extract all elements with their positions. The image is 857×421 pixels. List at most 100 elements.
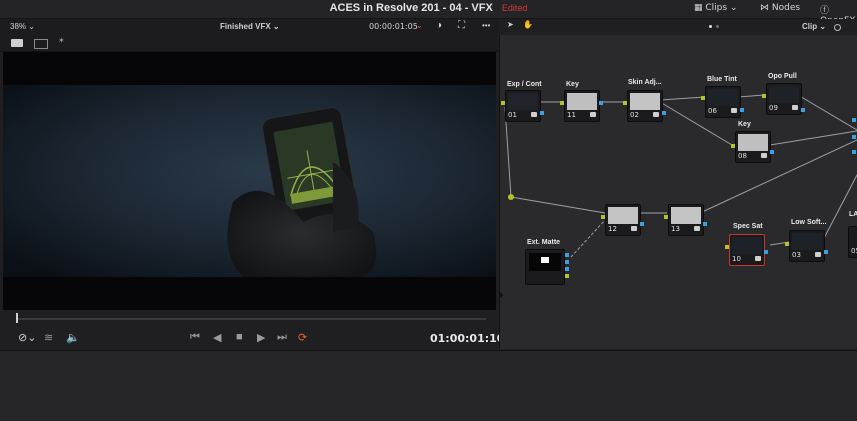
nodes-icon: ⋈ <box>760 3 769 13</box>
video-frame <box>3 85 496 277</box>
node-input-port[interactable] <box>762 94 766 98</box>
stop-button[interactable]: ■ <box>236 331 243 343</box>
single-viewer-icon[interactable] <box>11 39 23 47</box>
node-options-icon[interactable] <box>834 24 841 31</box>
edited-status: Edited <box>501 3 528 13</box>
zoom-dropdown[interactable]: 38% ⌄ <box>10 22 35 31</box>
node-thumbnail <box>792 233 822 250</box>
bottom-panel <box>0 350 857 421</box>
node-label: Spec Sat <box>733 223 763 230</box>
node-02[interactable]: 02 <box>627 90 663 122</box>
node-icon <box>531 112 537 117</box>
matte-output-port[interactable] <box>565 253 569 257</box>
node-icon <box>694 226 700 231</box>
curve-icon <box>755 256 761 261</box>
node-label: Blue Tint <box>707 76 737 83</box>
node-output-port[interactable] <box>770 150 774 154</box>
color-wheel-icon[interactable]: ◑ <box>436 20 442 31</box>
node-12[interactable]: 12 <box>605 204 641 236</box>
node-input-port[interactable] <box>560 101 564 105</box>
node-output-port[interactable] <box>662 111 666 115</box>
external-matte-node[interactable] <box>525 249 565 285</box>
node-output-port[interactable] <box>764 250 768 254</box>
pointer-icon[interactable]: ➤ <box>507 20 514 29</box>
timecode-bottom: 01:00:01:10 <box>430 332 505 345</box>
split-viewer-icon[interactable] <box>34 39 48 49</box>
play-button[interactable]: ▶ <box>257 331 265 344</box>
clips-button[interactable]: ▦ Clips ⌄ <box>694 3 738 13</box>
node-01[interactable]: 01 <box>505 90 541 122</box>
magic-wand-icon[interactable]: ✶ <box>58 36 65 45</box>
node-input-port[interactable] <box>623 101 627 105</box>
fx-icon: ⓕ <box>820 6 830 16</box>
node-03[interactable]: 03 <box>789 230 825 262</box>
node-thumbnail <box>738 134 768 151</box>
node-input-port[interactable] <box>701 96 705 100</box>
clip-mode-dropdown[interactable]: Clip ⌄ <box>802 22 826 31</box>
node-10-selected[interactable]: 10 <box>729 234 765 266</box>
chevron-down-icon: ⌄ <box>28 22 35 31</box>
chevron-down-icon: ⌄ <box>729 3 738 13</box>
hand-icon[interactable]: ✋ <box>523 20 533 29</box>
node-label: Opo Pull <box>768 73 797 80</box>
node-thumbnail <box>732 237 762 254</box>
node-input-port[interactable] <box>501 101 505 105</box>
node-output-port[interactable] <box>801 108 805 112</box>
node-output-port[interactable] <box>852 135 856 139</box>
node-input-port[interactable] <box>731 144 735 148</box>
node-thumbnail <box>769 86 799 103</box>
node-thumbnail <box>608 207 638 224</box>
node-06[interactable]: 06 <box>705 86 741 118</box>
node-output-port[interactable] <box>703 222 707 226</box>
node-input-port[interactable] <box>601 215 605 219</box>
node-output-port[interactable] <box>640 222 644 226</box>
node-icon <box>731 108 737 113</box>
volume-icon[interactable]: 🔈 <box>66 331 80 344</box>
fullscreen-icon[interactable]: ⛶ <box>458 20 465 31</box>
node-input-port[interactable] <box>785 242 789 246</box>
go-to-start-button[interactable]: ⏮ <box>190 331 200 344</box>
node-icon <box>653 112 659 117</box>
loop-button[interactable]: ⟳ <box>298 331 307 344</box>
nodes-button[interactable]: ⋈ Nodes <box>760 3 800 13</box>
node-output-port[interactable] <box>852 118 856 122</box>
timecode-dropdown-icon[interactable]: ⌄ <box>416 21 423 30</box>
chevron-down-icon: ⌄ <box>272 22 280 31</box>
timecode-top: 00:00:01:05 <box>369 22 418 31</box>
reverse-play-button[interactable]: ◀ <box>213 331 221 344</box>
node-input-port[interactable] <box>664 215 668 219</box>
node-13[interactable]: 13 <box>668 204 704 236</box>
audio-mode-icon[interactable]: ⊘⌄ <box>18 331 36 344</box>
node-output-port[interactable] <box>740 108 744 112</box>
more-options-icon[interactable]: ••• <box>482 21 490 30</box>
mute-layers-icon[interactable]: ≋ <box>44 331 53 344</box>
node-output-port[interactable] <box>540 111 544 115</box>
matte-output-port[interactable] <box>565 267 569 271</box>
node-08[interactable]: 08 <box>735 131 771 163</box>
node-11[interactable]: 11 <box>564 90 600 122</box>
node-connections <box>499 94 857 300</box>
timeline-dropdown[interactable]: Finished VFX ⌄ <box>220 22 280 31</box>
node-label: Exp / Cont <box>507 81 542 88</box>
node-icon <box>761 153 767 158</box>
matte-output-port[interactable] <box>565 260 569 264</box>
scrub-bar[interactable] <box>16 318 486 320</box>
matte-output-port[interactable] <box>565 274 569 278</box>
go-to-end-button[interactable]: ⏭ <box>277 331 287 344</box>
viewer-subtoolbar <box>0 35 498 52</box>
node-09[interactable]: 09 <box>766 83 802 115</box>
node-05[interactable]: 05 <box>848 226 857 258</box>
node-icon <box>631 226 637 231</box>
node-thumbnail <box>671 207 701 224</box>
chevron-down-icon: ⌄ <box>819 22 827 31</box>
node-output-port[interactable] <box>852 150 856 154</box>
node-thumbnail <box>508 93 538 110</box>
node-icon <box>792 105 798 110</box>
node-label: Key <box>738 121 751 128</box>
playhead[interactable] <box>16 313 18 323</box>
node-label: Skin Adj... <box>628 79 662 86</box>
viewer-canvas[interactable] <box>3 52 496 310</box>
node-output-port[interactable] <box>824 250 828 254</box>
node-input-port[interactable] <box>725 245 729 249</box>
node-output-port[interactable] <box>599 101 603 105</box>
